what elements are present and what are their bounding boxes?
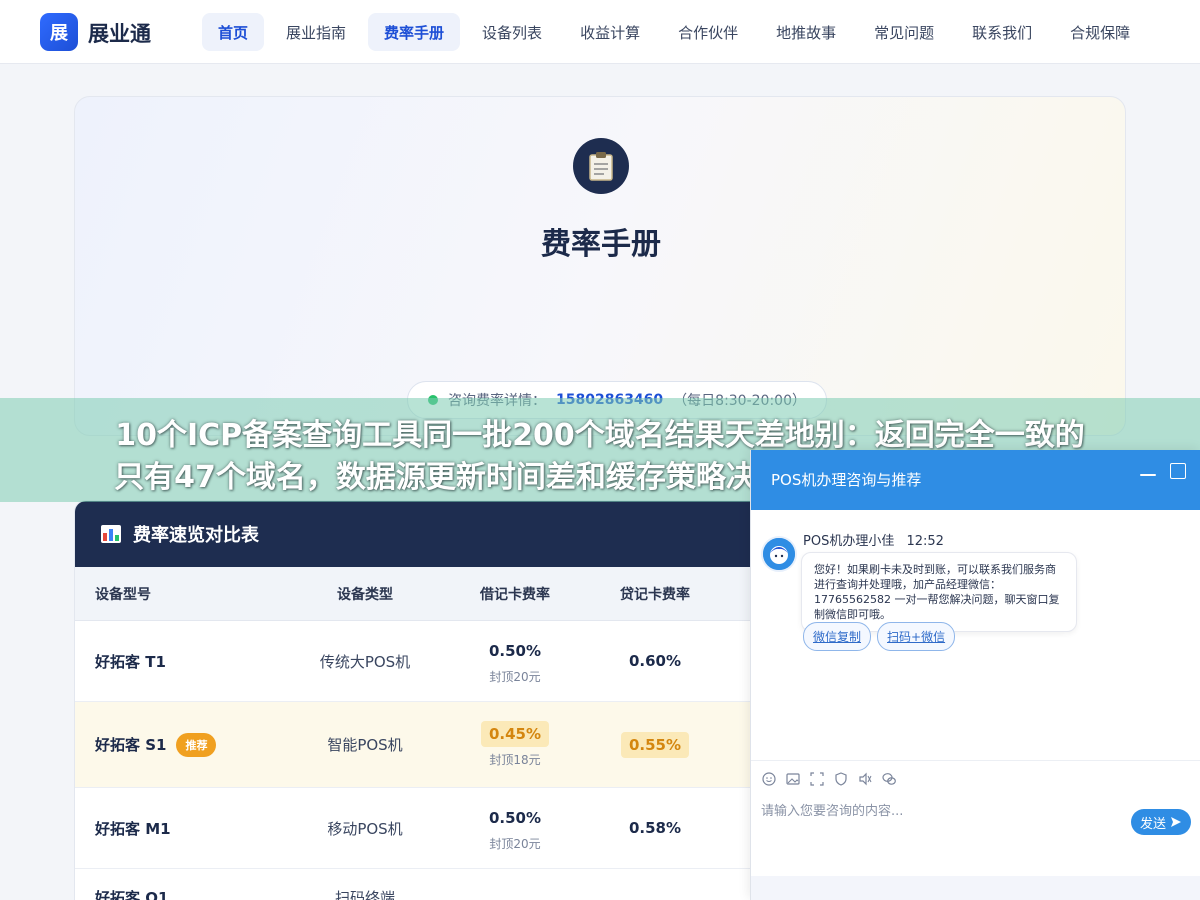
cell-model: 好拓客 S1 推荐 (75, 732, 285, 757)
model-name: 好拓客 S1 (95, 736, 167, 754)
message-bubble: 您好！如果刷卡未及时到账，可以联系我们服务商进行查询并处理哦，加产品经理微信：1… (801, 552, 1077, 632)
debit-cap: 封顶20元 (489, 836, 541, 851)
sender-name: POS机办理小佳 (803, 534, 895, 549)
table-header-row: 设备型号 设备类型 借记卡费率 贷记卡费率 (75, 567, 773, 621)
chat-toolbar (751, 760, 1200, 796)
chat-messages: POS机办理小佳 12:52 您好！如果刷卡未及时到账，可以联系我们服务商进行查… (751, 510, 1200, 760)
debit-rate: 0.45% (480, 721, 550, 747)
table-row[interactable]: 好拓客 Q1 扫码终端 — — (75, 869, 773, 900)
page-title: 费率手册 (541, 227, 661, 262)
send-icon (1171, 817, 1181, 827)
table-row[interactable]: 好拓客 T1 传统大POS机 0.50% 封顶20元 0.60% (75, 621, 773, 702)
cell-debit: 0.45% 封顶18元 (445, 721, 585, 768)
nav-item-rates[interactable]: 费率手册 (368, 13, 461, 51)
chat-footer (751, 876, 1200, 900)
copy-wechat-chip[interactable]: 微信复制 (803, 622, 872, 651)
debit-rate: 0.50% (488, 808, 542, 827)
nav-item-compliance[interactable]: 合规保障 (1054, 13, 1146, 51)
credit-rate: 0.58% (628, 819, 682, 837)
debit-cap: 封顶20元 (489, 669, 541, 684)
nav-item-stories[interactable]: 地推故事 (760, 13, 852, 51)
cell-type: 移动POS机 (327, 819, 403, 838)
header-model: 设备型号 (95, 586, 151, 603)
chat-header[interactable]: POS机办理咨询与推荐 (751, 450, 1200, 510)
cell-debit: 0.50% 封顶20元 (445, 638, 585, 685)
rate-comparison-table: 费率速览对比表 设备型号 设备类型 借记卡费率 贷记卡费率 好拓客 T1 传统大… (74, 500, 774, 900)
debit-rate: — (507, 891, 523, 900)
cell-type: 传统大POS机 (319, 652, 411, 671)
cell-model: 好拓客 M1 (95, 819, 171, 838)
logo-text[interactable]: 展业通 (88, 18, 151, 48)
table-title: 费率速览对比表 (133, 525, 259, 546)
header-type: 设备类型 (337, 586, 393, 603)
scan-wechat-chip[interactable]: 扫码+微信 (877, 622, 956, 651)
agent-avatar (761, 536, 797, 572)
minimize-icon[interactable] (1140, 474, 1156, 476)
nav-item-faq[interactable]: 常见问题 (858, 13, 950, 51)
nav-item-partners[interactable]: 合作伙伴 (662, 13, 754, 51)
emoji-icon[interactable] (761, 771, 777, 787)
logo-icon[interactable]: 展 (40, 13, 78, 51)
rating-icon[interactable] (833, 771, 849, 787)
nav-item-contact[interactable]: 联系我们 (956, 13, 1048, 51)
nav-item-home[interactable]: 首页 (202, 13, 265, 51)
send-button[interactable]: 发送 (1131, 809, 1191, 835)
message-time: 12:52 (906, 534, 944, 549)
header-debit: 借记卡费率 (480, 586, 550, 603)
cell-credit: 0.60% (585, 648, 725, 674)
bar-chart-icon (101, 525, 121, 543)
debit-cap: 封顶18元 (489, 753, 541, 767)
header-credit: 贷记卡费率 (620, 586, 690, 603)
cell-debit: 0.50% 封顶20元 (445, 805, 585, 852)
screenshot-icon[interactable] (809, 771, 825, 787)
nav-menu: 首页 展业指南 费率手册 设备列表 收益计算 合作伙伴 地推故事 常见问题 联系… (202, 13, 1146, 51)
table-row[interactable]: 好拓客 S1 推荐 智能POS机 0.45% 封顶18元 0.55% (75, 702, 773, 788)
table-row[interactable]: 好拓客 M1 移动POS机 0.50% 封顶20元 0.58% (75, 788, 773, 869)
chat-input[interactable]: 请输入您要咨询的内容... (761, 800, 903, 819)
credit-rate: 0.55% (620, 731, 690, 758)
maximize-icon[interactable] (1170, 463, 1186, 479)
clipboard-icon (573, 138, 629, 194)
banner-line-1: 10个ICP备案查询工具同一批200个域名结果天差地别：返回完全一致的 (115, 418, 1085, 453)
image-icon[interactable] (785, 771, 801, 787)
quick-reply-chips: 微信复制 扫码+微信 (803, 622, 956, 651)
sound-icon[interactable] (857, 771, 873, 787)
send-label: 发送 (1139, 816, 1166, 832)
nav-item-earnings[interactable]: 收益计算 (564, 13, 656, 51)
message-meta: POS机办理小佳 12:52 (803, 530, 944, 549)
credit-rate: 0.60% (628, 652, 682, 670)
cell-type: 扫码终端 (334, 889, 395, 900)
hero-section: 费率手册 咨询费率详情： 15802863460 （每日8:30-20:00） (74, 96, 1126, 436)
chat-title: POS机办理咨询与推荐 (771, 471, 922, 489)
cell-model: 好拓客 T1 (95, 652, 166, 671)
credit-rate: — (647, 891, 663, 900)
cell-model: 好拓客 Q1 (95, 889, 169, 900)
chat-widget: POS机办理咨询与推荐 POS机办理小佳 12:52 您好！如果刷卡未及时到账，… (750, 450, 1200, 900)
cell-credit: 0.58% (585, 815, 725, 841)
cell-credit: 0.55% (585, 731, 725, 758)
wechat-icon[interactable] (881, 771, 897, 787)
nav-item-guide[interactable]: 展业指南 (270, 13, 362, 51)
table-title-bar: 费率速览对比表 (75, 501, 773, 567)
nav-item-devices[interactable]: 设备列表 (466, 13, 558, 51)
cell-credit: — (585, 887, 725, 900)
recommend-badge: 推荐 (176, 732, 217, 757)
top-navigation: 展 展业通 首页 展业指南 费率手册 设备列表 收益计算 合作伙伴 地推故事 常… (0, 0, 1200, 64)
cell-type: 智能POS机 (327, 736, 403, 754)
cell-debit: — (445, 887, 585, 900)
debit-rate: 0.50% (488, 641, 542, 660)
